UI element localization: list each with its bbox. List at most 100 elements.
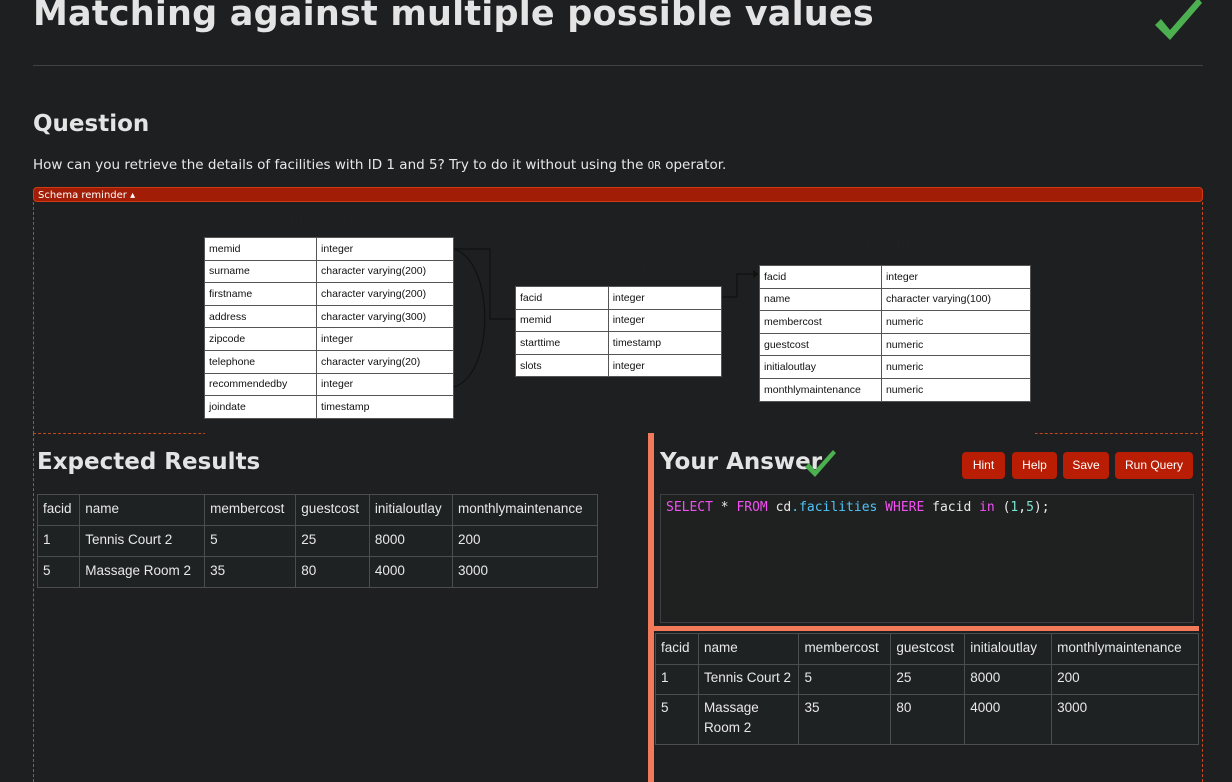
schema-column-name: starttime bbox=[515, 331, 609, 355]
schema-row: recommendedby integer bbox=[203, 372, 454, 397]
check-icon bbox=[1155, 0, 1202, 40]
table-cell: 200 bbox=[452, 525, 598, 557]
table-cell: 35 bbox=[798, 694, 892, 745]
schema-column-name: recommendedby bbox=[203, 372, 318, 397]
sql-keyword: FROM bbox=[736, 500, 768, 515]
schema-row: telephone character varying(20) bbox=[203, 349, 454, 374]
column-header: facid bbox=[655, 633, 699, 665]
schema-row: firstname character varying(200) bbox=[203, 282, 454, 306]
column-header: membercost bbox=[798, 633, 892, 665]
schema-column-name: name bbox=[759, 287, 882, 312]
table-cell: 8000 bbox=[964, 664, 1053, 695]
table-cell: 4000 bbox=[368, 556, 454, 588]
sql-token: * bbox=[712, 500, 737, 515]
table-cell: 80 bbox=[890, 694, 966, 745]
table-cell: 5 bbox=[655, 694, 699, 745]
schema-row: name character varying(100) bbox=[759, 287, 1032, 312]
schema-column-name: surname bbox=[203, 259, 318, 284]
question-text: How can you retrieve the details of faci… bbox=[33, 157, 726, 173]
schema-column-type: integer bbox=[316, 327, 454, 351]
schema-row: facid integer bbox=[515, 286, 723, 310]
column-header: facid bbox=[36, 494, 81, 526]
column-header: guestcost bbox=[295, 494, 370, 526]
schema-column-name: telephone bbox=[203, 349, 318, 374]
sql-number: 5 bbox=[1026, 500, 1034, 515]
schema-column-type: character varying(100) bbox=[880, 287, 1032, 312]
schema-column-name: guestcost bbox=[759, 332, 882, 357]
column-header: initialoutlay bbox=[368, 494, 454, 526]
schema-row: membercost numeric bbox=[759, 310, 1032, 334]
table-cell: 80 bbox=[295, 556, 370, 588]
schema-row: monthlymaintenance numeric bbox=[759, 377, 1032, 402]
schema-row: initialoutlay numeric bbox=[759, 355, 1032, 379]
expected-results-table: facid name membercost guestcost initialoutla… bbox=[36, 494, 598, 588]
answer-results-table: facid name membercost guestcost initialoutla… bbox=[655, 633, 1199, 745]
column-header: name bbox=[79, 494, 206, 526]
question-text-end: operator. bbox=[660, 157, 727, 173]
help-button[interactable]: Help bbox=[1012, 452, 1057, 479]
editor-resize-handle[interactable] bbox=[654, 626, 1199, 631]
schema-column-type: character varying(20) bbox=[316, 349, 454, 374]
table-cell: 25 bbox=[295, 525, 370, 557]
table-cell: Tennis Court 2 bbox=[697, 664, 800, 695]
schema-column-type: character varying(300) bbox=[316, 304, 454, 329]
table-row: 5 Massage Room 2 35 80 4000 3000 bbox=[36, 556, 598, 588]
schema-row: slots integer bbox=[515, 353, 723, 378]
facilities-schema-table: facid integer name character varying(100) me… bbox=[759, 265, 1032, 402]
members-schema-table: memid integer surname character varying(200… bbox=[203, 237, 454, 419]
schema-row: surname character varying(200) bbox=[203, 259, 454, 284]
run-query-button[interactable]: Run Query bbox=[1115, 452, 1193, 479]
table-cell: Massage Room 2 bbox=[697, 694, 800, 745]
schema-column-type: numeric bbox=[880, 355, 1032, 379]
question-heading: Question bbox=[33, 111, 150, 137]
schema-column-name: facid bbox=[759, 265, 882, 289]
table-cell: 1 bbox=[655, 664, 699, 695]
table-cell: 5 bbox=[36, 556, 81, 588]
pane-splitter[interactable] bbox=[648, 433, 654, 782]
sql-keyword: in bbox=[979, 500, 995, 515]
table-cell: 25 bbox=[890, 664, 966, 695]
schema-column-type: integer bbox=[607, 353, 723, 378]
table-cell: Tennis Court 2 bbox=[79, 525, 206, 557]
schema-column-name: initialoutlay bbox=[759, 355, 882, 379]
column-header: membercost bbox=[204, 494, 297, 526]
sql-keyword: WHERE bbox=[877, 500, 925, 515]
schema-column-type: integer bbox=[316, 237, 454, 261]
schema-column-name: slots bbox=[515, 353, 609, 378]
schema-column-name: facid bbox=[515, 286, 609, 310]
schema-column-type: integer bbox=[607, 286, 723, 310]
schema-column-type: integer bbox=[316, 372, 454, 397]
facilities-table-title: cd.facilities bbox=[845, 236, 927, 253]
schema-column-type: character varying(200) bbox=[316, 282, 454, 306]
sql-token: .facilities bbox=[791, 500, 878, 515]
table-cell: 8000 bbox=[368, 525, 454, 557]
schema-column-name: address bbox=[203, 304, 318, 329]
sql-editor[interactable]: SELECT * FROM cd.facilities WHERE facid … bbox=[660, 494, 1194, 623]
save-button[interactable]: Save bbox=[1063, 452, 1109, 479]
schema-column-type: integer bbox=[880, 265, 1032, 289]
schema-column-type: numeric bbox=[880, 377, 1032, 402]
schema-row: facid integer bbox=[759, 265, 1032, 289]
column-header: monthlymaintenance bbox=[452, 494, 598, 526]
schema-column-name: monthlymaintenance bbox=[759, 377, 882, 402]
schema-column-name: zipcode bbox=[203, 327, 318, 351]
table-cell: 200 bbox=[1051, 664, 1199, 695]
schema-row: address character varying(300) bbox=[203, 304, 454, 329]
sql-token: cd bbox=[767, 500, 792, 515]
table-cell: Massage Room 2 bbox=[79, 556, 206, 588]
sql-token: facid bbox=[924, 500, 980, 515]
hint-button[interactable]: Hint bbox=[962, 452, 1005, 479]
schema-column-name: membercost bbox=[759, 310, 882, 334]
column-header: initialoutlay bbox=[964, 633, 1053, 665]
schema-reminder-toggle[interactable]: Schema reminder ▴ bbox=[33, 187, 1203, 202]
sql-token: ); bbox=[1033, 500, 1050, 515]
schema-column-type: timestamp bbox=[316, 395, 454, 419]
table-row: 5 Massage Room 2 35 80 4000 3000 bbox=[655, 694, 1199, 745]
schema-row: memid integer bbox=[515, 308, 723, 333]
column-header: guestcost bbox=[890, 633, 966, 665]
schema-column-name: joindate bbox=[203, 395, 318, 419]
schema-row: zipcode integer bbox=[203, 327, 454, 351]
your-answer-heading: Your Answer bbox=[660, 449, 823, 475]
schema-column-type: character varying(200) bbox=[316, 259, 454, 284]
bookings-table-title: cd.bookings bbox=[566, 257, 655, 274]
